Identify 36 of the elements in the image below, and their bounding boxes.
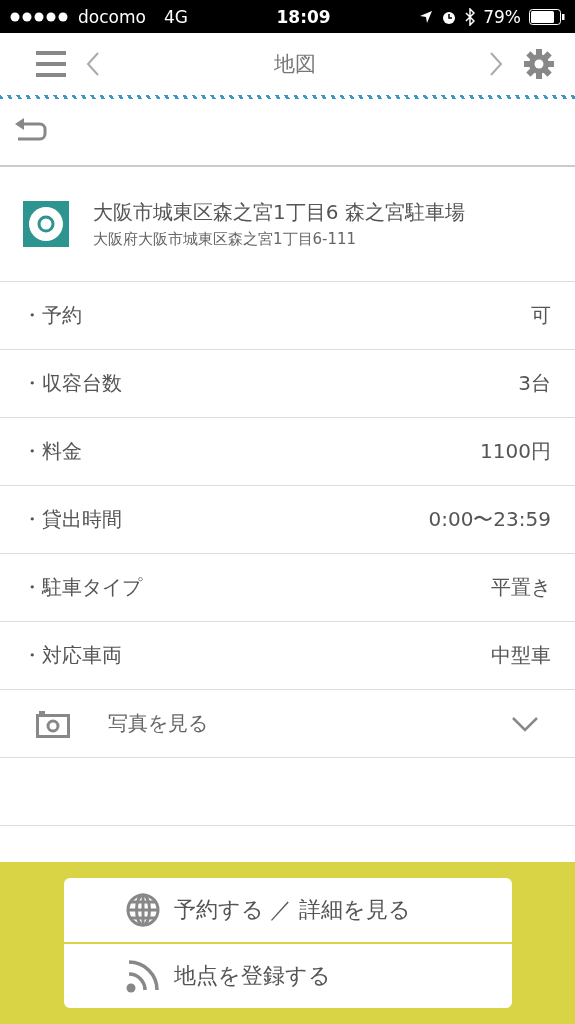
- chevron-right-icon[interactable]: [489, 51, 503, 77]
- location-arrow-icon: [419, 9, 434, 24]
- battery-percent: 79%: [483, 6, 521, 27]
- parking-icon: [23, 201, 69, 247]
- photos-label: 写真を見る: [108, 710, 209, 737]
- detail-label: ・収容台数: [22, 370, 122, 397]
- header-title: 地図: [272, 51, 317, 78]
- place-name: 大阪市城東区森之宮1丁目6 森之宮駐車場: [93, 199, 465, 226]
- action-button[interactable]: 予約する ／ 詳細を見る: [63, 878, 512, 942]
- chevron-left-icon[interactable]: [86, 51, 100, 77]
- detail-label: ・対応車両: [22, 642, 122, 669]
- feed-icon: [125, 959, 160, 993]
- detail-label: ・貸出時間: [22, 506, 122, 533]
- chevron-down-icon[interactable]: [511, 715, 539, 732]
- carrier-name: docomo: [78, 6, 146, 27]
- detail-value: 3台: [518, 370, 551, 397]
- signal-icon: [10, 11, 70, 22]
- detail-value: 1100円: [480, 438, 551, 465]
- battery-icon: [529, 8, 565, 25]
- place-address: 大阪府大阪市城東区森之宮1丁目6-111: [93, 230, 358, 249]
- photos-row[interactable]: 写真を見る: [0, 690, 575, 758]
- status-time: 18:09: [276, 6, 331, 27]
- bluetooth-icon: [465, 7, 476, 26]
- action-button[interactable]: 地点を登録する: [63, 942, 512, 1008]
- menu-icon[interactable]: [36, 51, 66, 77]
- detail-label: ・予約: [22, 302, 82, 329]
- network-type: 4G: [163, 6, 188, 27]
- camera-icon: [36, 709, 70, 738]
- globe-icon: [125, 893, 160, 927]
- detail-label: ・料金: [22, 438, 82, 465]
- detail-value: 可: [531, 302, 551, 329]
- detail-value: 平置き: [491, 574, 551, 601]
- settings-icon[interactable]: [523, 48, 555, 80]
- detail-value: 0:00〜23:59: [428, 506, 551, 533]
- detail-label: ・駐車タイプ: [22, 574, 142, 601]
- detail-value: 中型車: [491, 642, 551, 669]
